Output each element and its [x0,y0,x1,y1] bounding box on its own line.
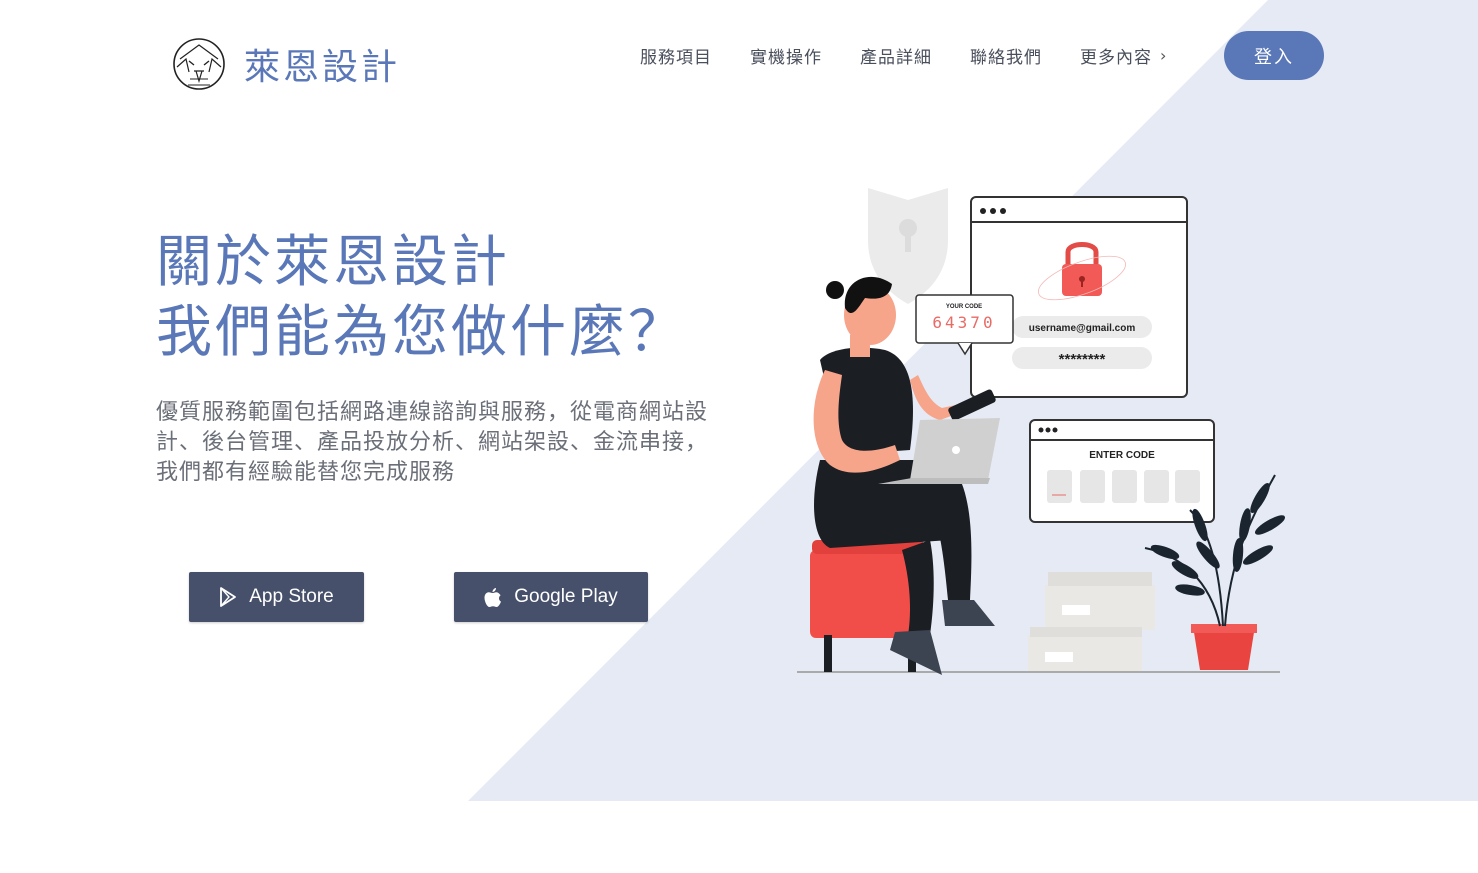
chevron-right-icon: › [1160,46,1168,65]
nav-item-label: 產品詳細 [860,48,932,68]
nav-item-more[interactable]: 更多內容 › [1080,43,1167,68]
hero-title: 關於萊恩設計 我們能為您做什麼？ [156,228,687,368]
app-store-button[interactable]: App Store [189,572,364,622]
code-label: YOUR CODE [946,304,982,310]
hero-illustration: username@gmail.com ******** YOUR CODE 64… [797,188,1285,675]
app-store-label: App Store [249,586,334,607]
nav-item-product-details[interactable]: 產品詳細 [860,43,932,68]
hero-title-line2: 我們能為您做什麼？ [156,300,687,365]
nav-item-label: 更多內容 [1080,48,1152,68]
brand-logo[interactable]: 萊恩設計 [172,37,400,91]
nav-item-services[interactable]: 服務項目 [640,43,712,68]
google-play-label: Google Play [514,586,618,607]
nav-item-label: 實機操作 [750,48,822,68]
email-text: username@gmail.com [1029,323,1136,334]
nav-item-demo[interactable]: 實機操作 [750,43,822,68]
login-button[interactable]: 登入 [1224,31,1324,80]
apple-icon [484,587,502,608]
play-icon [219,587,237,607]
password-text: ******** [1059,351,1106,368]
enter-code-label: ENTER CODE [1089,450,1155,461]
hero-title-line1: 關於萊恩設計 [156,230,510,295]
nav-item-contact[interactable]: 聯絡我們 [970,43,1042,68]
lion-head-logo-icon [173,38,225,90]
hero-description: 優質服務範圍包括網路連線諮詢與服務，從電商網站設計、後台管理、產品投放分析、網站… [156,400,709,485]
brand-name: 萊恩設計 [244,47,401,88]
nav-item-label: 聯絡我們 [970,48,1042,68]
google-play-button[interactable]: Google Play [454,572,648,622]
nav-item-label: 服務項目 [640,48,712,68]
code-value: 64370 [932,313,995,332]
main-nav: 服務項目 實機操作 產品詳細 聯絡我們 更多內容 › [640,43,1205,68]
